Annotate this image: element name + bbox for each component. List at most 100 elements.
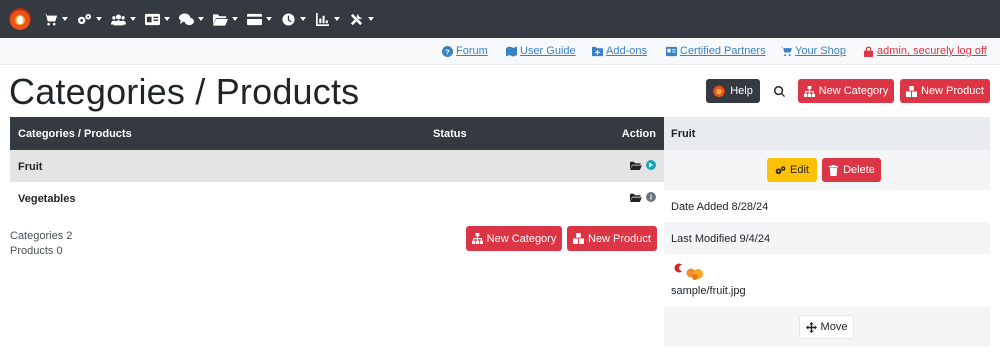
- top-navbar: [0, 0, 1000, 38]
- help-button[interactable]: Help: [706, 79, 760, 103]
- table-row-fruit[interactable]: Fruit: [10, 150, 664, 182]
- cart-icon: [781, 46, 792, 56]
- secondary-link-bar: ? Forum User Guide Add-ons Certified Par…: [0, 38, 1000, 65]
- new-category-label: New Category: [486, 232, 557, 245]
- chevron-down-icon: [232, 17, 238, 21]
- forum-label: Forum: [456, 45, 488, 57]
- nav-files-menu[interactable]: [213, 0, 238, 38]
- listing-counts: Categories 2 Products 0: [10, 229, 72, 259]
- edit-label: Edit: [790, 164, 809, 176]
- new-product-label: New Product: [921, 85, 984, 97]
- category-name: Vegetables: [18, 193, 76, 205]
- arrow-right-circle-icon[interactable]: [646, 160, 656, 170]
- chevron-down-icon: [198, 17, 204, 21]
- search-icon: [773, 85, 785, 97]
- chevron-down-icon: [300, 17, 306, 21]
- svg-text:?: ?: [445, 47, 450, 56]
- delete-label: Delete: [843, 164, 875, 176]
- brand-logo-icon: [713, 85, 726, 97]
- table-row-vegetables[interactable]: Vegetables: [10, 182, 664, 214]
- new-category-label: New Category: [818, 85, 889, 97]
- edit-button[interactable]: Edit: [767, 158, 817, 182]
- chevron-down-icon: [96, 17, 102, 21]
- nav-payments-menu[interactable]: [247, 0, 272, 38]
- category-info-panel-header: Fruit: [664, 117, 990, 150]
- column-header-action: Action: [621, 128, 656, 140]
- chevron-down-icon: [62, 17, 68, 21]
- certified-partners-label: Certified Partners: [680, 45, 766, 57]
- sitemap-icon: [803, 85, 815, 97]
- new-category-button[interactable]: New Category: [798, 79, 894, 103]
- credit-card-icon: [247, 13, 262, 25]
- nav-catalog-menu[interactable]: [43, 0, 68, 38]
- brand-logo[interactable]: [9, 8, 31, 30]
- certified-partners-link[interactable]: Certified Partners: [666, 45, 766, 57]
- column-header-name: Categories / Products: [18, 128, 132, 140]
- add-ons-label: Add-ons: [606, 45, 647, 57]
- nav-tools-history-menu[interactable]: [281, 0, 306, 38]
- your-shop-link[interactable]: Your Shop: [781, 45, 846, 57]
- move-label: Move: [820, 321, 848, 333]
- move-button[interactable]: Move: [799, 315, 854, 339]
- categories-count: Categories 2: [10, 230, 73, 242]
- new-product-label: New Product: [588, 232, 651, 245]
- nav-reports-menu[interactable]: [315, 0, 340, 38]
- column-header-status: Status: [433, 128, 467, 140]
- chart-icon: [316, 12, 329, 26]
- id-badge-icon: [666, 46, 677, 56]
- date-added-row: Date Added 8/28/24: [664, 190, 990, 222]
- nav-tools-menu[interactable]: [349, 0, 374, 38]
- gears-icon: [775, 165, 786, 174]
- new-product-button-bottom[interactable]: New Product: [567, 226, 657, 251]
- chevron-down-icon: [368, 17, 374, 21]
- sitemap-icon: [471, 233, 483, 244]
- nav-modules-menu[interactable]: [179, 0, 204, 38]
- chevron-down-icon: [266, 17, 272, 21]
- folder-open-icon[interactable]: [630, 161, 642, 170]
- chevron-down-icon: [130, 17, 136, 21]
- map-icon: [506, 45, 517, 57]
- help-label: Help: [730, 85, 753, 97]
- chevron-down-icon: [164, 17, 170, 21]
- search-button[interactable]: [767, 79, 791, 103]
- question-circle-icon: ?: [442, 45, 453, 57]
- info-circle-icon[interactable]: [646, 192, 656, 202]
- add-ons-link[interactable]: Add-ons: [592, 45, 647, 57]
- fruit-image: [674, 263, 703, 280]
- products-count: Products 0: [10, 245, 63, 257]
- cart-icon: [43, 13, 57, 25]
- new-product-button[interactable]: New Product: [900, 79, 990, 103]
- nav-customers-menu[interactable]: [111, 0, 136, 38]
- last-modified-text: Last Modified 9/4/24: [671, 233, 771, 245]
- delete-button[interactable]: Delete: [822, 158, 881, 182]
- nav-localization-menu[interactable]: [145, 0, 170, 38]
- chevron-down-icon: [334, 17, 340, 21]
- trash-icon: [829, 164, 839, 176]
- date-added-text: Date Added 8/28/24: [671, 201, 769, 213]
- image-filename: sample/fruit.jpg: [671, 285, 746, 297]
- gears-icon: [78, 13, 91, 24]
- clock-icon: [282, 12, 295, 26]
- new-category-button-bottom[interactable]: New Category: [466, 226, 562, 251]
- logoff-link[interactable]: admin, securely log off: [863, 45, 987, 57]
- nav-configuration-menu[interactable]: [77, 0, 102, 38]
- last-modified-row: Last Modified 9/4/24: [664, 222, 990, 254]
- users-icon: [111, 14, 126, 25]
- tools-icon: [350, 13, 363, 25]
- comments-icon: [179, 12, 194, 25]
- folder-open-icon: [213, 13, 228, 26]
- lock-icon: [863, 45, 874, 57]
- user-guide-link[interactable]: User Guide: [506, 45, 576, 57]
- user-guide-label: User Guide: [520, 45, 576, 57]
- panel-title: Fruit: [671, 128, 696, 140]
- forum-link[interactable]: ? Forum: [442, 45, 488, 57]
- page-title: Categories / Products: [9, 71, 360, 112]
- arrows-move-icon: [805, 321, 817, 333]
- folder-plus-icon: [592, 46, 603, 56]
- category-name: Fruit: [18, 161, 43, 173]
- folder-open-icon[interactable]: [630, 193, 642, 202]
- id-card-icon: [145, 13, 160, 25]
- boxes-icon: [573, 233, 584, 244]
- table-header: Categories / Products Status Action: [10, 117, 664, 150]
- category-image-row: sample/fruit.jpg: [664, 254, 990, 307]
